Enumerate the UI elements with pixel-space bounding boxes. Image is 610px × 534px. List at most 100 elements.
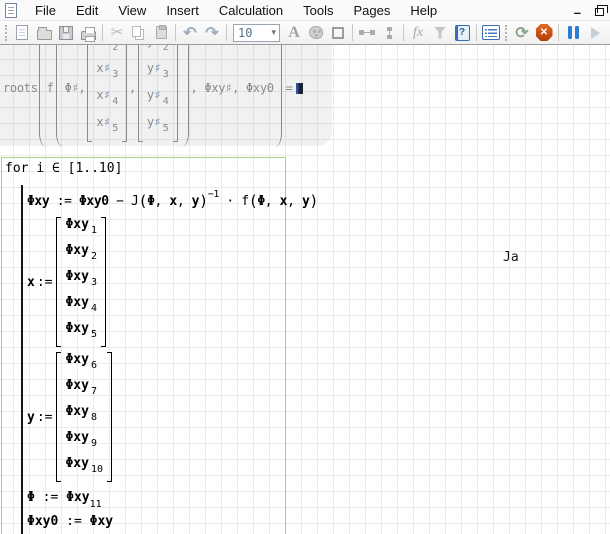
vector-element: Φxy8 — [65, 404, 103, 430]
placeholder-mark: ♯ — [103, 115, 110, 130]
new-sheet-button[interactable] — [11, 22, 33, 43]
y-assignment[interactable]: y := Φxy6Φxy7Φxy8Φxy9Φxy10 — [27, 350, 114, 484]
print-button[interactable] — [77, 22, 99, 43]
toolbar-separator — [102, 24, 103, 41]
element-base: x — [96, 61, 103, 76]
newton-iteration-line[interactable]: Φxy := Φxy0 − J(Φ, x, y)−1 · f(Φ, x, y) — [27, 192, 318, 210]
toolbar-grip[interactable] — [505, 25, 508, 41]
math-token: ) — [309, 192, 318, 210]
undo-button[interactable]: ↶ — [179, 22, 201, 43]
function-icon: fx — [413, 25, 423, 41]
x-assignment[interactable]: x := Φxy1Φxy2Φxy3Φxy4Φxy5 — [27, 215, 108, 349]
comma: , — [129, 81, 136, 95]
menu-edit[interactable]: Edit — [66, 1, 108, 20]
menu-help[interactable]: Help — [400, 1, 447, 20]
toolbar-grip[interactable] — [5, 25, 8, 41]
assign-operator: := — [37, 275, 53, 290]
vector-column: x♯2x♯3x♯4x♯5 — [92, 45, 122, 142]
borders-button[interactable] — [327, 22, 349, 43]
reference-book-button[interactable]: ? — [451, 22, 473, 43]
math-token: y — [302, 194, 309, 209]
placeholder-mark: ♯ — [154, 45, 161, 49]
redo-button[interactable]: ↷ — [201, 22, 223, 43]
save-button[interactable] — [55, 22, 77, 43]
insert-function-button[interactable]: fx — [407, 22, 429, 43]
for-loop-header[interactable]: for i ∈ [1..10] — [5, 161, 122, 176]
recalculate-button[interactable]: ⟳ — [511, 22, 533, 43]
phixy0-assignment[interactable]: Φxy0 := Φxy — [27, 514, 113, 529]
element-subscript: 5 — [91, 330, 97, 340]
horizontal-spacing-button[interactable] — [356, 22, 378, 43]
resume-button[interactable] — [584, 22, 606, 43]
vector-element: x♯2 — [96, 45, 118, 61]
vector-element: Φxy2 — [65, 243, 97, 269]
element-subscript: 10 — [91, 465, 103, 475]
for-loop-body[interactable]: Φxy := Φxy0 − J(Φ, x, y)−1 · f(Φ, x, y) … — [21, 185, 318, 534]
math-token: y — [192, 194, 199, 209]
text-annotation[interactable]: Ja — [503, 250, 519, 265]
y-sharp-vector: y♯2y♯3y♯4y♯5 — [138, 45, 178, 144]
element-subscript: 2 — [91, 252, 97, 262]
menu-view[interactable]: View — [108, 1, 156, 20]
pause-button[interactable] — [562, 22, 584, 43]
element-base: Φxy — [65, 352, 88, 367]
palette-icon — [309, 26, 323, 39]
roots-expression[interactable]: roots f Φ♯, x♯2x♯3x♯4x♯5 , y♯2y♯3y♯4y♯5 … — [3, 45, 303, 147]
copy-button[interactable] — [128, 22, 150, 43]
math-token: Φxy0 — [246, 81, 274, 95]
menu-pages[interactable]: Pages — [344, 1, 401, 20]
math-token: , — [155, 194, 170, 209]
element-base: y — [147, 45, 154, 49]
element-base: Φxy — [65, 430, 88, 445]
restore-button[interactable] — [595, 8, 604, 16]
cut-button[interactable]: ✂ — [106, 22, 128, 43]
help-icon: ? — [455, 25, 470, 41]
new-sheet-icon — [16, 25, 28, 40]
dynamic-assistance-button[interactable] — [429, 22, 451, 43]
assign-operator: := — [37, 410, 53, 425]
math-token: Φxy — [66, 490, 89, 505]
math-token: Φxy0 — [79, 194, 109, 209]
vertical-spacing-button[interactable] — [378, 22, 400, 43]
placeholder-mark: ♯ — [103, 45, 110, 49]
toolbar-separator — [226, 24, 227, 41]
cut-icon: ✂ — [111, 25, 124, 40]
minimize-button[interactable]: – — [574, 9, 581, 17]
border-icon — [332, 27, 344, 39]
element-subscript: 3 — [163, 70, 169, 80]
options-button[interactable] — [480, 22, 502, 43]
interrupt-button[interactable]: ✕ — [533, 22, 555, 43]
menu-calculation[interactable]: Calculation — [209, 1, 293, 20]
menu-insert[interactable]: Insert — [156, 1, 209, 20]
right-bracket — [173, 45, 178, 142]
open-button[interactable] — [33, 22, 55, 43]
menu-tools[interactable]: Tools — [293, 1, 343, 20]
appearance-button[interactable] — [305, 22, 327, 43]
math-token: x — [169, 194, 176, 209]
placeholder-mark: ♯ — [154, 61, 161, 76]
print-icon — [81, 31, 96, 40]
font-size-combobox[interactable]: 10 ▾ — [233, 24, 280, 42]
element-subscript: 1 — [91, 226, 97, 236]
font-button[interactable]: A — [283, 22, 305, 43]
open-paren — [39, 45, 46, 147]
math-token: [1..10] — [68, 161, 123, 176]
vector-element: Φxy6 — [65, 352, 103, 378]
math-token: Φ — [65, 81, 72, 95]
element-base: y — [147, 115, 154, 130]
result-placeholder[interactable] — [296, 83, 303, 94]
math-token: f — [241, 194, 248, 209]
menu-file[interactable]: File — [25, 1, 66, 20]
vector-element: x♯4 — [96, 88, 118, 115]
vector-element: Φxy5 — [65, 321, 97, 347]
phi-assignment[interactable]: Φ := Φxy11 — [27, 490, 102, 505]
paste-button[interactable] — [150, 22, 172, 43]
math-token: Φ — [27, 490, 35, 505]
math-token: Φxy — [27, 194, 49, 209]
element-base: Φxy — [65, 295, 88, 310]
element-base: y — [147, 61, 154, 76]
element-base: Φxy — [65, 404, 88, 419]
chevron-down-icon[interactable]: ▾ — [271, 27, 279, 38]
worksheet-canvas[interactable]: roots f Φ♯, x♯2x♯3x♯4x♯5 , y♯2y♯3y♯4y♯5 … — [0, 45, 610, 534]
element-subscript: 3 — [91, 278, 97, 288]
